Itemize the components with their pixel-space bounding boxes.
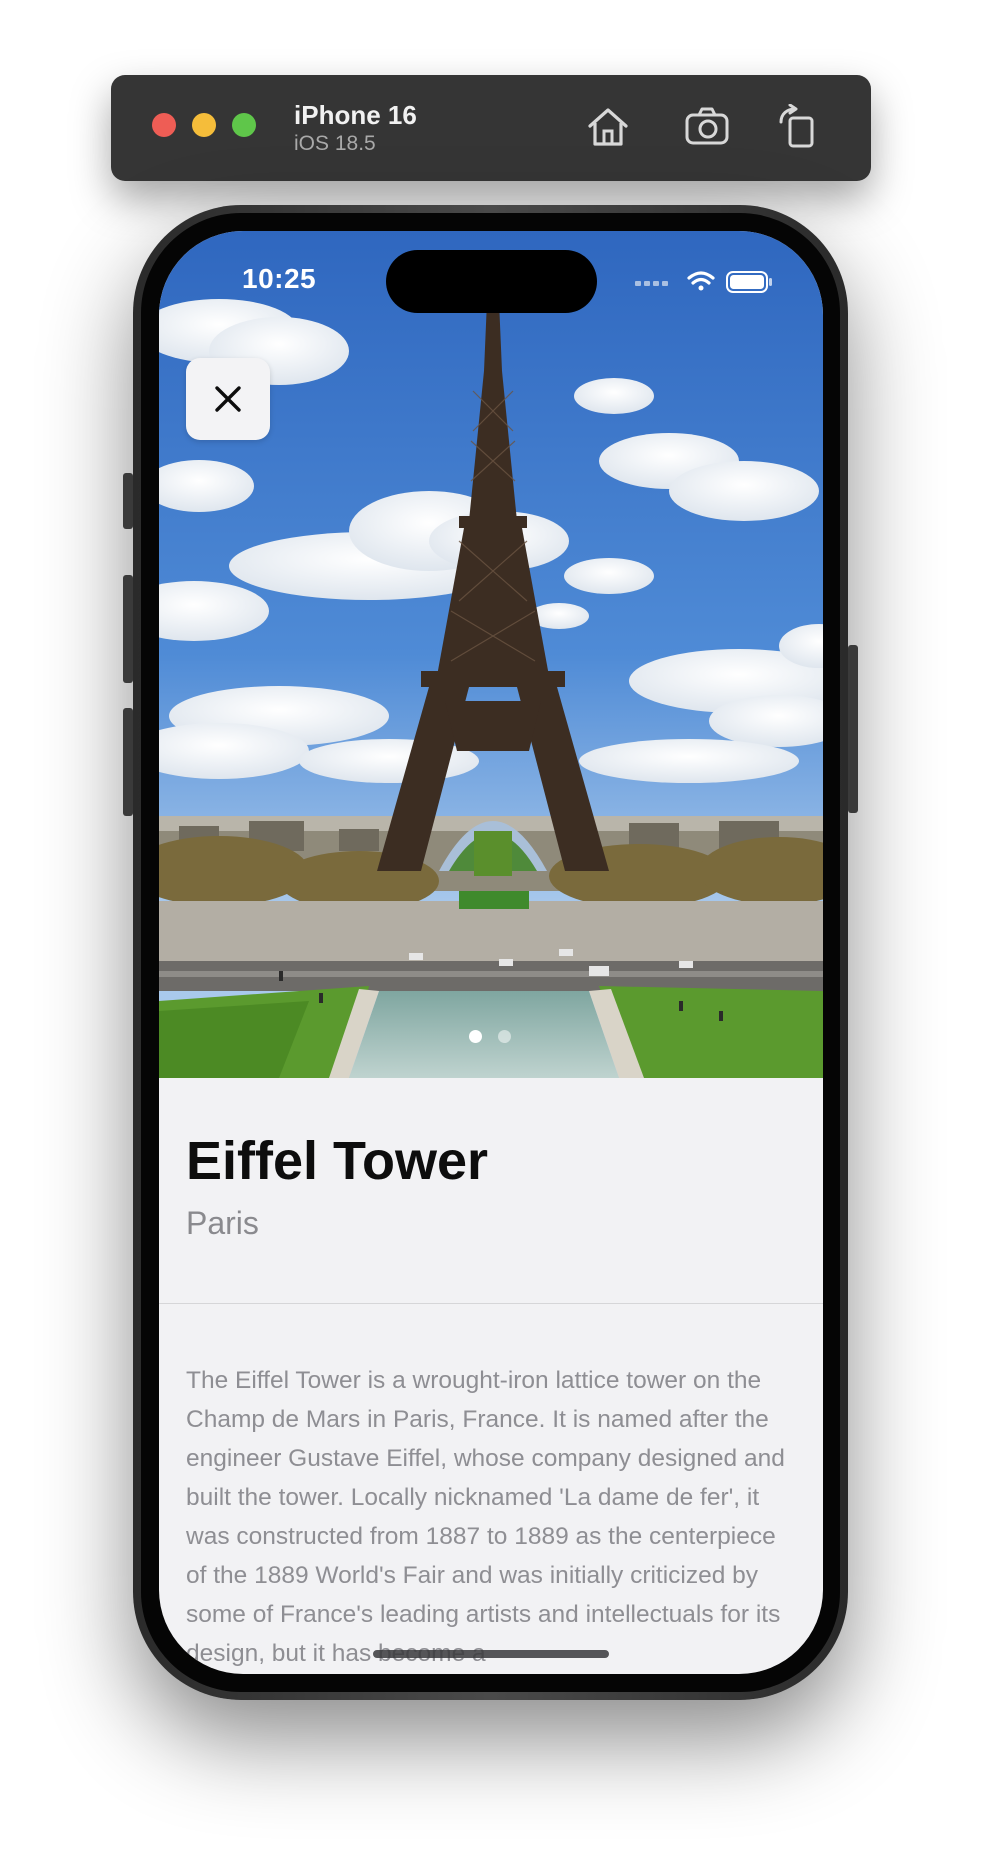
place-description: The Eiffel Tower is a wrought-iron latti…: [186, 1367, 785, 1667]
page-dot-1[interactable]: [469, 1030, 482, 1043]
volume-up-button: [123, 575, 133, 683]
close-button[interactable]: [186, 358, 270, 440]
page-indicator[interactable]: [469, 1028, 529, 1044]
signal-icon: [635, 281, 668, 286]
place-title: Eiffel Tower: [186, 1131, 489, 1191]
close-icon: [215, 386, 241, 412]
battery-icon: [726, 271, 772, 293]
simulator-device-name: iPhone 16: [294, 100, 417, 130]
minimize-window-button[interactable]: [192, 113, 216, 137]
page-dot-2[interactable]: [498, 1030, 511, 1043]
home-indicator[interactable]: [373, 1650, 609, 1658]
volume-down-button: [123, 708, 133, 816]
status-time: 10:25: [242, 263, 317, 294]
status-icons: [635, 271, 772, 293]
side-button: [848, 645, 858, 813]
action-button: [123, 473, 133, 529]
simulator-title-bar: [111, 75, 871, 181]
zoom-window-button[interactable]: [232, 113, 256, 137]
section-divider: [159, 1303, 823, 1304]
rotate-icon[interactable]: [775, 104, 821, 150]
close-window-button[interactable]: [152, 113, 176, 137]
simulator-os-version: iOS 18.5: [294, 132, 376, 155]
home-icon[interactable]: [585, 104, 631, 150]
place-city: Paris: [186, 1205, 259, 1241]
screenshot-icon[interactable]: [684, 104, 730, 150]
phone-screen: 10:25 Eiffel Tower Paris The Eiffel Towe…: [159, 231, 823, 1674]
wifi-icon: [687, 271, 715, 291]
dynamic-island: [386, 250, 597, 313]
